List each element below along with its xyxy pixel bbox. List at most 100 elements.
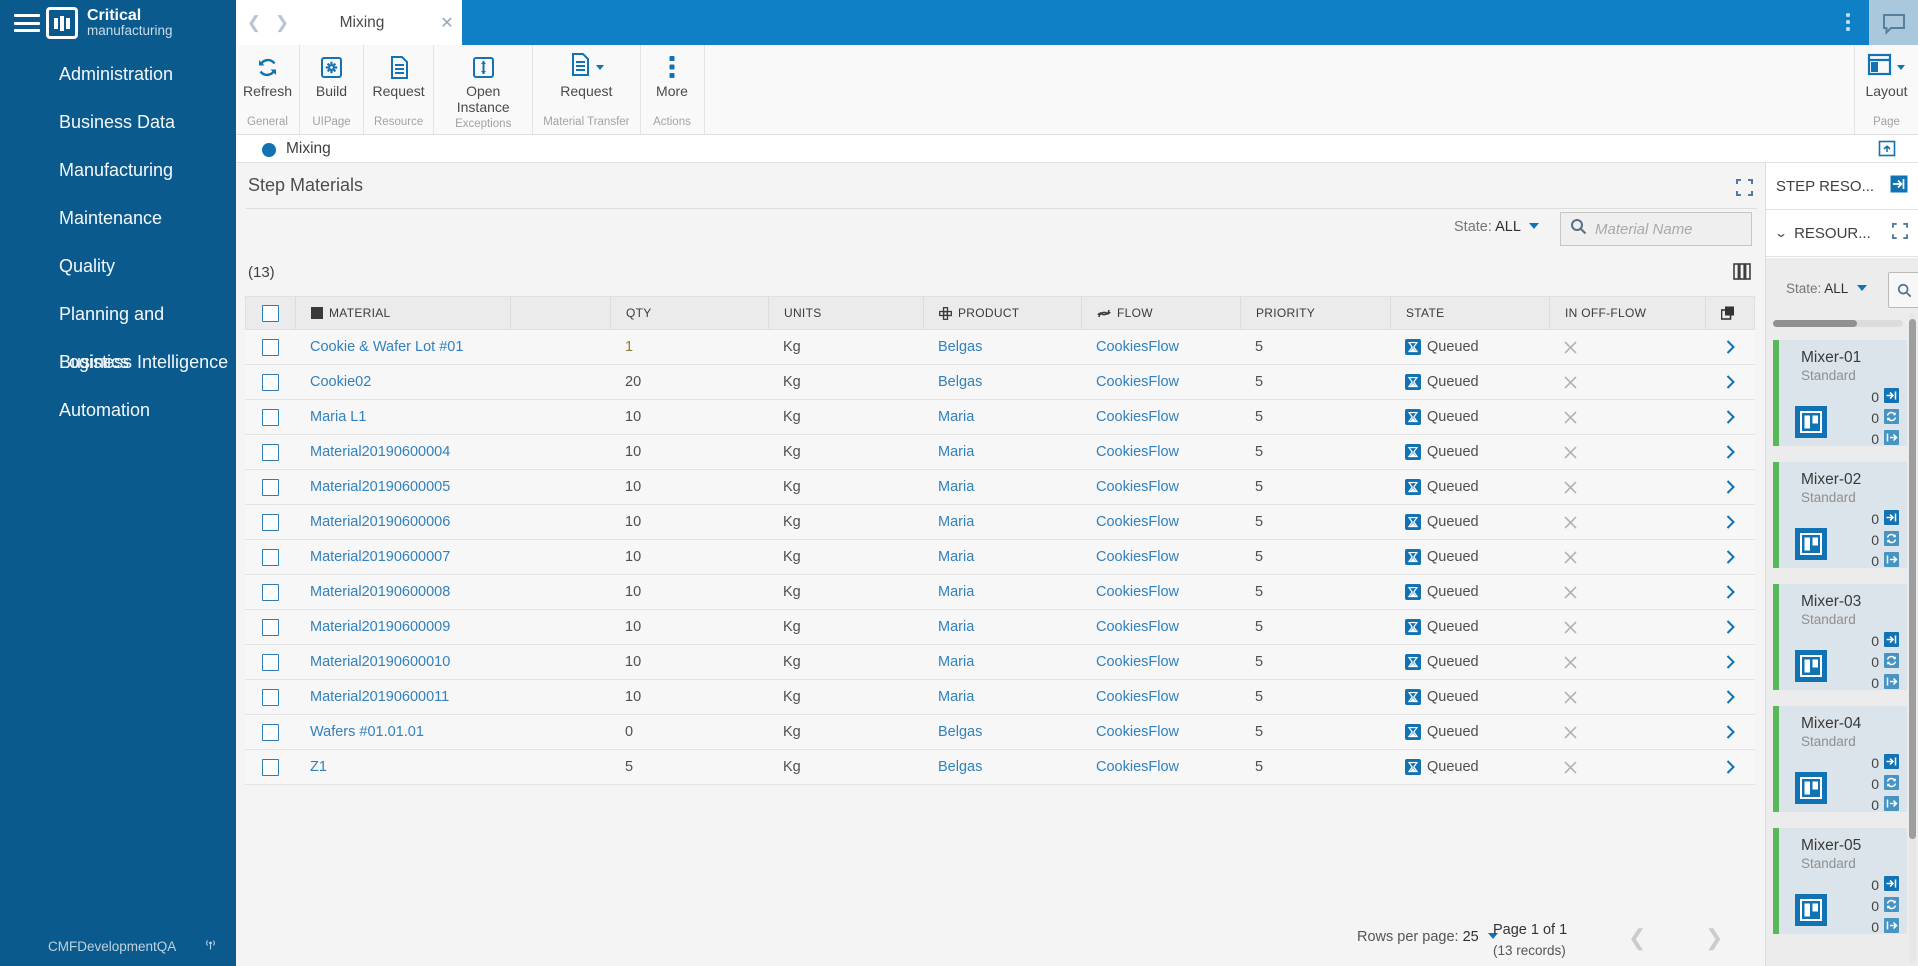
- flow-link[interactable]: CookiesFlow: [1096, 444, 1179, 460]
- table-row[interactable]: Material20190600007 10 Kg Maria CookiesF…: [245, 540, 1755, 575]
- table-row[interactable]: Material20190600010 10 Kg Maria CookiesF…: [245, 645, 1755, 680]
- material-link[interactable]: Material20190600007: [310, 549, 450, 565]
- nav-forward-icon[interactable]: ❯: [272, 13, 292, 33]
- table-row[interactable]: Wafers #01.01.01 0 Kg Belgas CookiesFlow…: [245, 715, 1755, 750]
- material-search-box[interactable]: [1560, 212, 1752, 246]
- material-link[interactable]: Z1: [310, 759, 327, 775]
- table-row[interactable]: Cookie & Wafer Lot #01 1 Kg Belgas Cooki…: [245, 330, 1755, 365]
- resource-search-box[interactable]: [1888, 272, 1918, 308]
- product-link[interactable]: Maria: [938, 514, 974, 530]
- table-row[interactable]: Z1 5 Kg Belgas CookiesFlow 5 Queued: [245, 750, 1755, 785]
- flow-link[interactable]: CookiesFlow: [1096, 584, 1179, 600]
- page-prev-icon[interactable]: ❮: [1628, 925, 1646, 951]
- row-checkbox[interactable]: [261, 758, 279, 776]
- row-expand-chevron-icon[interactable]: [1705, 480, 1755, 494]
- row-checkbox[interactable]: [261, 373, 279, 391]
- column-picker-icon[interactable]: [1733, 263, 1751, 285]
- col-priority[interactable]: PRIORITY: [1241, 297, 1391, 329]
- material-link[interactable]: Material20190600009: [310, 619, 450, 635]
- product-link[interactable]: Maria: [938, 409, 974, 425]
- sidebar-item[interactable]: Administration: [0, 50, 236, 98]
- expand-panel-icon[interactable]: [1736, 179, 1753, 201]
- refresh-button[interactable]: Refresh: [243, 45, 292, 113]
- sidebar-item[interactable]: Business Data: [0, 98, 236, 146]
- row-expand-chevron-icon[interactable]: [1705, 655, 1755, 669]
- row-expand-chevron-icon[interactable]: [1705, 515, 1755, 529]
- table-row[interactable]: Material20190600009 10 Kg Maria CookiesF…: [245, 610, 1755, 645]
- product-link[interactable]: Maria: [938, 689, 974, 705]
- vertical-scrollbar[interactable]: [1909, 313, 1916, 964]
- row-checkbox[interactable]: [261, 338, 279, 356]
- row-expand-chevron-icon[interactable]: [1705, 585, 1755, 599]
- flow-link[interactable]: CookiesFlow: [1096, 514, 1179, 530]
- row-checkbox[interactable]: [261, 653, 279, 671]
- product-link[interactable]: Maria: [938, 479, 974, 495]
- product-link[interactable]: Belgas: [938, 759, 982, 775]
- material-link[interactable]: Material20190600006: [310, 514, 450, 530]
- search-input[interactable]: [1595, 220, 1735, 238]
- open-panel-icon[interactable]: [1890, 175, 1908, 197]
- col-product[interactable]: PRODUCT: [924, 297, 1082, 329]
- material-link[interactable]: Cookie & Wafer Lot #01: [310, 339, 463, 355]
- material-link[interactable]: Maria L1: [310, 409, 366, 425]
- open-instance-button[interactable]: Open Instance: [440, 45, 526, 115]
- row-expand-chevron-icon[interactable]: [1705, 375, 1755, 389]
- col-in-off-flow[interactable]: IN OFF-FLOW: [1550, 297, 1706, 329]
- table-row[interactable]: Material20190600004 10 Kg Maria CookiesF…: [245, 435, 1755, 470]
- product-link[interactable]: Belgas: [938, 724, 982, 740]
- material-link[interactable]: Material20190600008: [310, 584, 450, 600]
- row-checkbox[interactable]: [261, 478, 279, 496]
- table-row[interactable]: Material20190600006 10 Kg Maria CookiesF…: [245, 505, 1755, 540]
- product-link[interactable]: Belgas: [938, 339, 982, 355]
- product-link[interactable]: Maria: [938, 549, 974, 565]
- table-row[interactable]: Maria L1 10 Kg Maria CookiesFlow 5 Queue…: [245, 400, 1755, 435]
- product-link[interactable]: Maria: [938, 619, 974, 635]
- col-qty[interactable]: QTY: [611, 297, 769, 329]
- row-expand-chevron-icon[interactable]: [1705, 550, 1755, 564]
- material-link[interactable]: Wafers #01.01.01: [310, 724, 424, 740]
- nav-back-icon[interactable]: ❮: [244, 13, 264, 33]
- flow-link[interactable]: CookiesFlow: [1096, 654, 1179, 670]
- flow-link[interactable]: CookiesFlow: [1096, 549, 1179, 565]
- request-resource-button[interactable]: Request: [373, 45, 425, 113]
- row-expand-chevron-icon[interactable]: [1705, 620, 1755, 634]
- flow-link[interactable]: CookiesFlow: [1096, 479, 1179, 495]
- sidebar-item[interactable]: Maintenance: [0, 194, 236, 242]
- flow-link[interactable]: CookiesFlow: [1096, 339, 1179, 355]
- row-checkbox[interactable]: [261, 443, 279, 461]
- build-button[interactable]: Build: [316, 45, 347, 113]
- page-next-icon[interactable]: ❯: [1705, 925, 1723, 951]
- row-checkbox[interactable]: [261, 513, 279, 531]
- sidebar-item[interactable]: Planning and Logistics: [0, 290, 236, 372]
- resource-state-filter-dropdown[interactable]: State: ALL: [1786, 281, 1867, 296]
- horizontal-scrollbar[interactable]: [1773, 320, 1903, 327]
- material-link[interactable]: Material20190600010: [310, 654, 450, 670]
- resource-card[interactable]: Mixer-03 Standard 0 0 0: [1773, 584, 1907, 691]
- sidebar-item[interactable]: Automation: [0, 386, 236, 434]
- rows-per-page-dropdown[interactable]: Rows per page: 25: [1357, 929, 1498, 945]
- tab-close-icon[interactable]: ✕: [432, 13, 462, 33]
- row-expand-chevron-icon[interactable]: [1705, 340, 1755, 354]
- material-link[interactable]: Cookie02: [310, 374, 371, 390]
- tab-mixing[interactable]: Mixing: [292, 14, 432, 32]
- resource-card[interactable]: Mixer-05 Standard 0 0 0: [1773, 828, 1907, 935]
- hamburger-menu-icon[interactable]: [14, 14, 40, 33]
- resource-card[interactable]: Mixer-02 Standard 0 0 0: [1773, 462, 1907, 569]
- col-state[interactable]: STATE: [1391, 297, 1550, 329]
- resources-header[interactable]: ⌄ RESOUR...: [1766, 210, 1918, 257]
- table-row[interactable]: Material20190600005 10 Kg Maria CookiesF…: [245, 470, 1755, 505]
- sidebar-item[interactable]: Quality: [0, 242, 236, 290]
- sidebar-item[interactable]: Manufacturing: [0, 146, 236, 194]
- layout-button[interactable]: Layout: [1865, 45, 1908, 113]
- row-checkbox[interactable]: [261, 723, 279, 741]
- row-checkbox[interactable]: [261, 408, 279, 426]
- select-all-checkbox[interactable]: [262, 304, 279, 322]
- col-empty[interactable]: [511, 297, 611, 329]
- row-checkbox[interactable]: [261, 548, 279, 566]
- product-link[interactable]: Maria: [938, 654, 974, 670]
- row-expand-chevron-icon[interactable]: [1705, 445, 1755, 459]
- row-checkbox[interactable]: [261, 583, 279, 601]
- resource-card[interactable]: Mixer-01 Standard 0 0 0: [1773, 340, 1907, 447]
- table-row[interactable]: Cookie02 20 Kg Belgas CookiesFlow 5 Queu…: [245, 365, 1755, 400]
- flow-link[interactable]: CookiesFlow: [1096, 374, 1179, 390]
